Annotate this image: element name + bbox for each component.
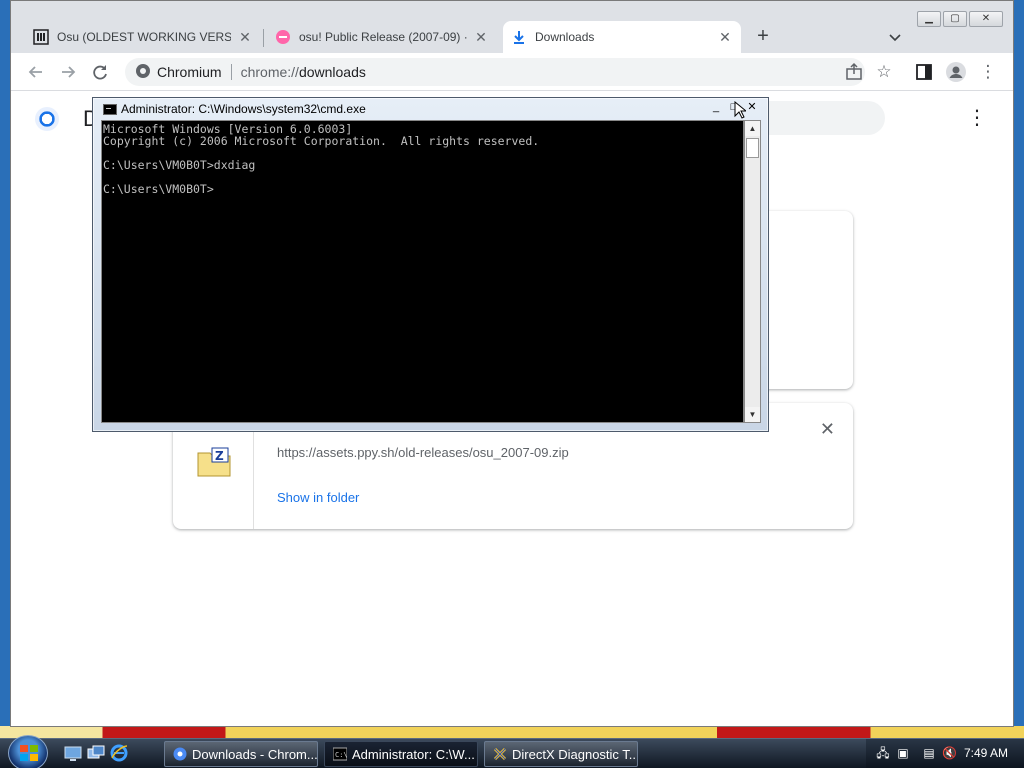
osu-icon xyxy=(275,29,291,45)
menu-kebab-icon[interactable]: ⋮ xyxy=(977,61,999,83)
tab-downloads[interactable]: Downloads ✕ xyxy=(503,21,741,53)
omnibox-divider xyxy=(230,64,232,80)
svg-text:C:\: C:\ xyxy=(335,751,347,759)
share-icon[interactable] xyxy=(843,61,865,83)
bookmark-star-icon[interactable]: ☆ xyxy=(873,61,895,83)
chromium-site-icon xyxy=(135,63,151,82)
maximize-button[interactable]: ▢ xyxy=(943,11,967,27)
download-icon xyxy=(511,29,527,45)
downloads-menu-kebab-icon[interactable]: ⋮ xyxy=(967,107,987,131)
tab-osu-public-release[interactable]: osu! Public Release (2007-09) · fo ✕ xyxy=(267,21,497,53)
system-tray: 🖧 ▣ ▤ 🔇 7:49 AM xyxy=(866,739,1024,768)
side-panel-icon[interactable] xyxy=(913,61,935,83)
directx-icon xyxy=(493,747,507,761)
profile-avatar-icon[interactable] xyxy=(945,61,967,83)
download-url[interactable]: https://assets.ppy.sh/old-releases/osu_2… xyxy=(277,445,569,460)
scroll-thumb[interactable] xyxy=(746,138,759,158)
display-icon[interactable]: ▤ xyxy=(922,746,936,760)
museum-icon xyxy=(33,29,49,45)
tab-close-icon[interactable]: ✕ xyxy=(237,29,253,45)
new-tab-button[interactable]: + xyxy=(751,25,775,49)
cmd-minimize-button[interactable]: _ xyxy=(708,101,724,115)
show-in-folder-link[interactable]: Show in folder xyxy=(277,490,359,505)
console-output[interactable]: Microsoft Windows [Version 6.0.6003] Copy… xyxy=(101,120,744,423)
tab-separator xyxy=(263,29,264,47)
show-desktop-icon[interactable] xyxy=(64,744,82,762)
taskbar-button-label: Downloads - Chrom... xyxy=(192,746,318,762)
start-button[interactable] xyxy=(8,735,48,768)
mouse-cursor-icon xyxy=(734,100,748,119)
console-text: Microsoft Windows [Version 6.0.6003] Copy… xyxy=(103,122,540,196)
taskbar-button-dxdiag[interactable]: DirectX Diagnostic T... xyxy=(484,741,638,767)
url-text: chrome://downloads xyxy=(240,64,366,80)
windows-flag-icon xyxy=(20,745,38,761)
chromium-icon xyxy=(173,747,187,761)
browser-toolbar: Chromium chrome://downloads ☆ ⋮ xyxy=(11,53,1013,91)
forward-arrow-icon[interactable] xyxy=(57,61,79,83)
minimize-button[interactable]: ▁ xyxy=(917,11,941,27)
tab-close-icon[interactable]: ✕ xyxy=(717,29,733,45)
taskbar-button-cmd[interactable]: C:\ Administrator: C:\W... xyxy=(324,741,478,767)
site-name: Chromium xyxy=(157,64,222,80)
cmd-scrollbar[interactable]: ▲ ▼ xyxy=(744,120,761,423)
tab-close-icon[interactable]: ✕ xyxy=(473,29,489,45)
cmd-window-title: Administrator: C:\Windows\system32\cmd.e… xyxy=(121,102,366,116)
taskbar: Downloads - Chrom... C:\ Administrator: … xyxy=(0,735,1024,768)
scroll-up-arrow-icon[interactable]: ▲ xyxy=(745,121,760,136)
remove-download-close-icon[interactable]: ✕ xyxy=(820,419,835,440)
tab-title: Osu (OLDEST WORKING VERSION) xyxy=(57,30,231,44)
address-bar[interactable]: Chromium chrome://downloads xyxy=(125,58,865,86)
clock[interactable]: 7:49 AM xyxy=(964,746,1008,760)
switch-windows-icon[interactable] xyxy=(87,744,105,762)
cmd-close-button[interactable]: ✕ xyxy=(744,101,760,115)
scroll-down-arrow-icon[interactable]: ▼ xyxy=(745,407,760,422)
connection-icon[interactable]: ▣ xyxy=(896,746,910,760)
tab-strip: Osu (OLDEST WORKING VERSION) ✕ osu! Publ… xyxy=(11,11,1013,53)
reload-icon[interactable] xyxy=(89,61,111,83)
tab-title: Downloads xyxy=(535,30,595,44)
window-controls: ▁ ▢ ✕ xyxy=(917,11,1013,27)
tab-search-chevron-icon[interactable] xyxy=(885,27,905,47)
taskbar-button-label: DirectX Diagnostic T... xyxy=(512,746,638,762)
tab-osu-oldest[interactable]: Osu (OLDEST WORKING VERSION) ✕ xyxy=(25,21,261,53)
console-icon xyxy=(103,103,117,115)
close-button[interactable]: ✕ xyxy=(969,11,1003,27)
chromium-logo xyxy=(35,107,59,131)
internet-explorer-icon[interactable] xyxy=(110,744,128,762)
volume-muted-icon[interactable]: 🔇 xyxy=(942,746,957,760)
cmd-icon: C:\ xyxy=(332,747,348,761)
zip-file-icon: Z xyxy=(197,447,231,477)
taskbar-button-label: Administrator: C:\W... xyxy=(352,746,475,762)
network-icon[interactable]: 🖧 xyxy=(876,746,890,760)
cmd-window: Administrator: C:\Windows\system32\cmd.e… xyxy=(92,97,769,432)
back-arrow-icon[interactable] xyxy=(25,61,47,83)
tab-title: osu! Public Release (2007-09) · fo xyxy=(299,30,467,44)
taskbar-button-chromium[interactable]: Downloads - Chrom... xyxy=(164,741,318,767)
cmd-titlebar[interactable]: Administrator: C:\Windows\system32\cmd.e… xyxy=(93,98,768,120)
svg-text:Z: Z xyxy=(215,449,224,463)
